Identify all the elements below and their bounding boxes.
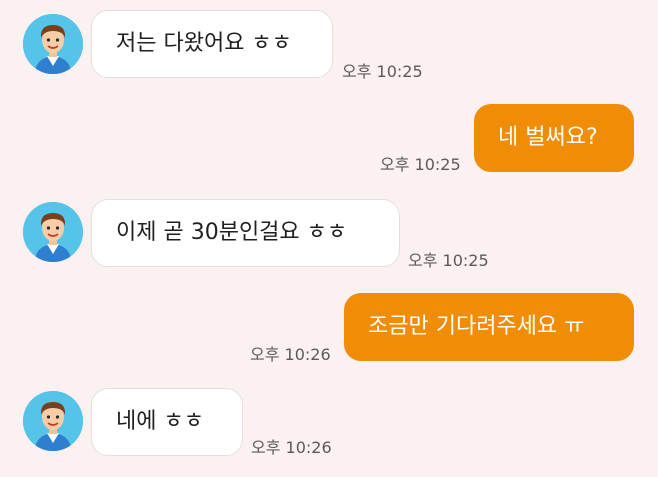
avatar-face-icon: [23, 391, 83, 451]
user-avatar-icon[interactable]: [23, 391, 83, 451]
message-timestamp: 오후 10:26: [251, 438, 332, 457]
outgoing-message-bubble[interactable]: 네 벌써요?: [474, 104, 634, 172]
outgoing-message-bubble[interactable]: 조금만 기다려주세요 ㅠ: [344, 293, 634, 361]
message-timestamp: 오후 10:26: [250, 345, 331, 364]
avatar-face-icon: [23, 202, 83, 262]
user-avatar-icon[interactable]: [23, 14, 83, 74]
chat-message-list[interactable]: 저는 다왔어요 ㅎㅎ 오후 10:25 오후 10:25 네 벌써요? 이제 곧…: [0, 0, 658, 477]
avatar-face-icon: [23, 14, 83, 74]
message-timestamp: 오후 10:25: [408, 251, 489, 270]
incoming-message-bubble[interactable]: 네에 ㅎㅎ: [91, 388, 243, 456]
incoming-message-bubble[interactable]: 이제 곧 30분인걸요 ㅎㅎ: [91, 199, 400, 267]
incoming-message-bubble[interactable]: 저는 다왔어요 ㅎㅎ: [91, 10, 333, 78]
message-timestamp: 오후 10:25: [380, 155, 461, 174]
user-avatar-icon[interactable]: [23, 202, 83, 262]
message-timestamp: 오후 10:25: [342, 62, 423, 81]
